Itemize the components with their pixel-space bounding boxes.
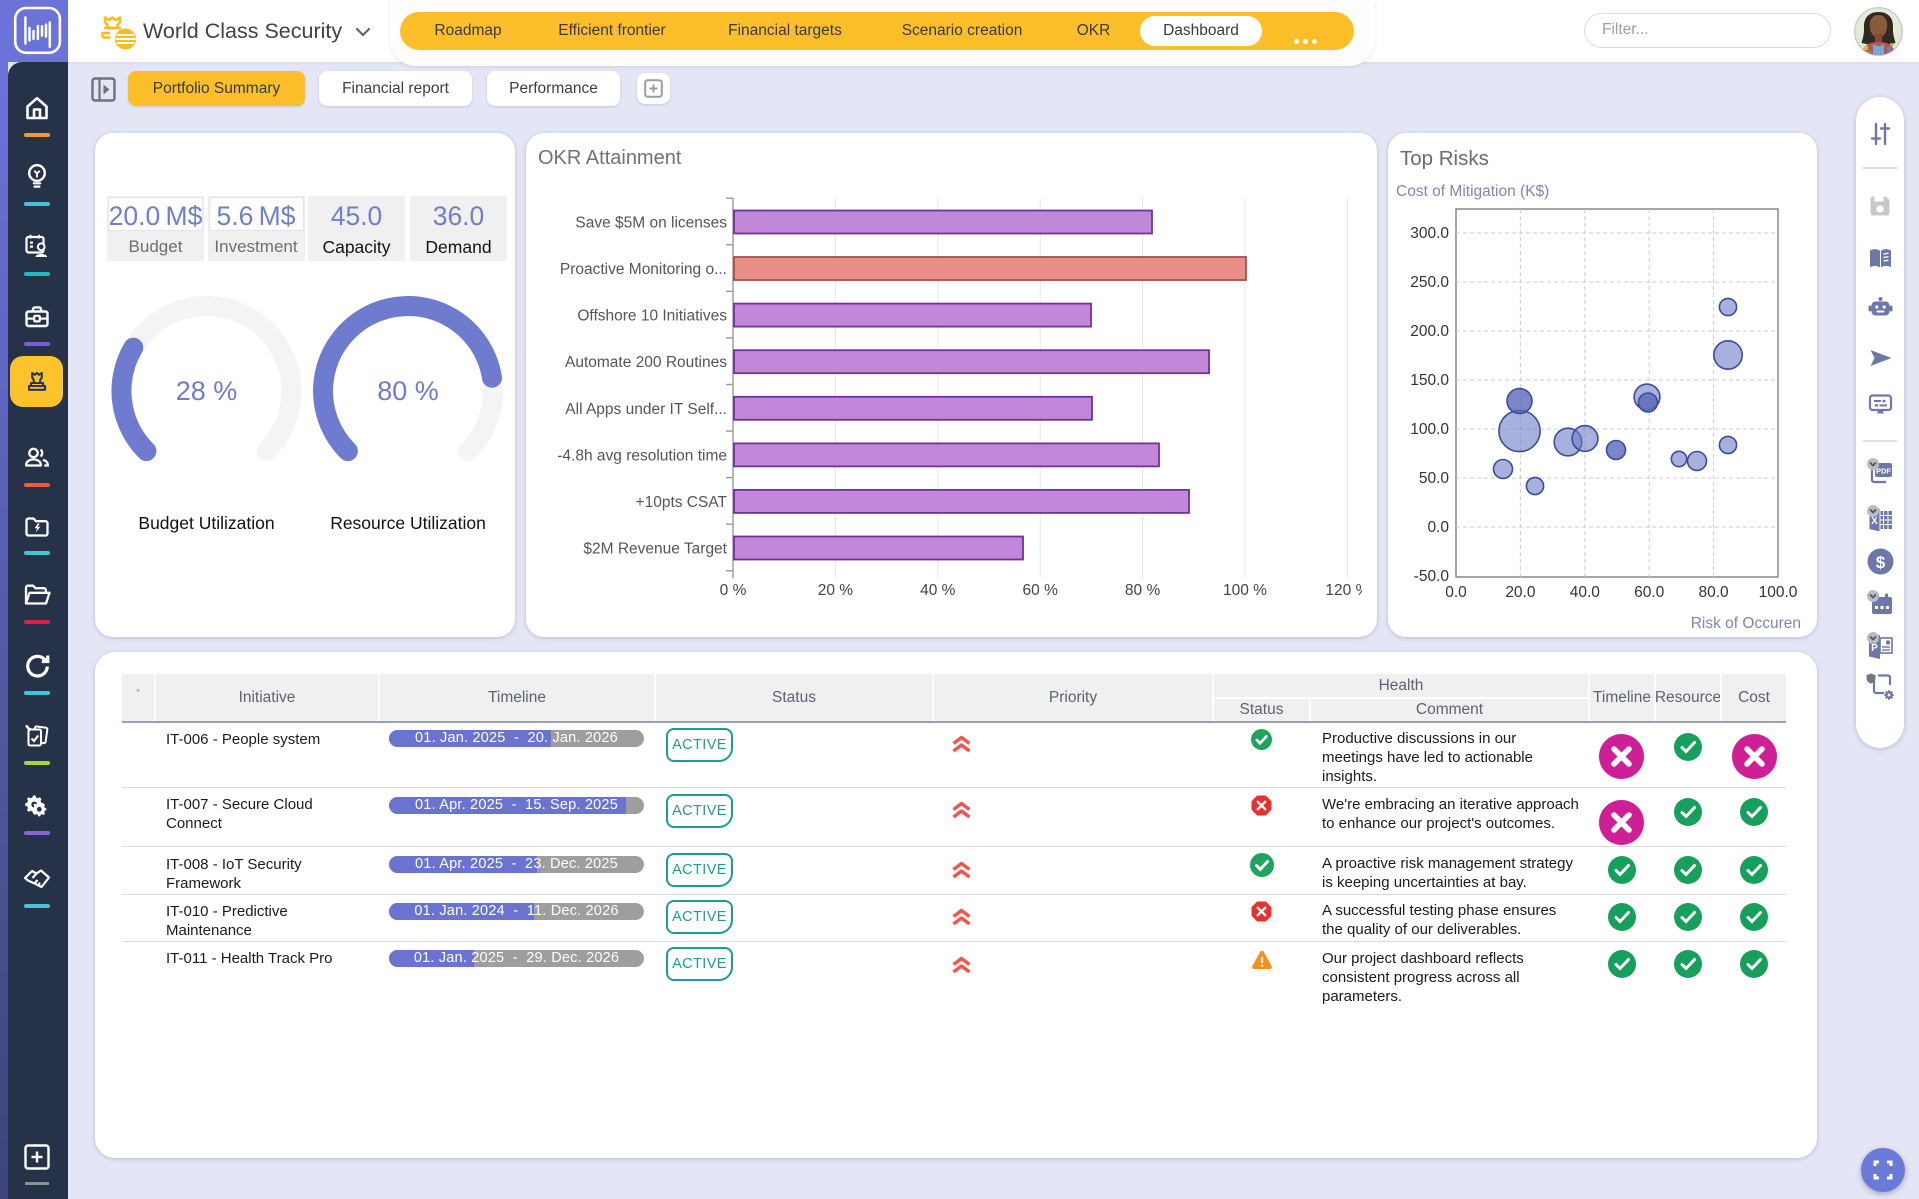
svg-text:100.0: 100.0	[1410, 421, 1449, 438]
svg-text:60 %: 60 %	[1023, 582, 1059, 599]
svg-text:40 %: 40 %	[920, 582, 956, 599]
svg-text:Risk of Occuren: Risk of Occuren	[1691, 615, 1801, 632]
svg-text:50.0: 50.0	[1419, 470, 1450, 487]
svg-text:Resource Utilization: Resource Utilization	[330, 513, 486, 533]
svg-text:Top Risks: Top Risks	[1400, 147, 1489, 170]
svg-text:20.0: 20.0	[1505, 584, 1536, 601]
svg-text:P: P	[1871, 643, 1878, 654]
svg-text:28 %: 28 %	[176, 376, 238, 406]
svg-text:0.0: 0.0	[1427, 519, 1449, 536]
svg-text:+10pts CSAT: +10pts CSAT	[636, 494, 728, 511]
svg-text:PDF: PDF	[1876, 467, 1891, 476]
svg-text:Automate 200 Routines: Automate 200 Routines	[565, 354, 727, 371]
svg-text:Save $5M on licenses: Save $5M on licenses	[575, 215, 727, 232]
svg-text:80 %: 80 %	[377, 376, 439, 406]
svg-text:250.0: 250.0	[1410, 274, 1449, 291]
svg-text:$2M Revenue Target: $2M Revenue Target	[583, 541, 727, 558]
svg-text:Proactive Monitoring o...: Proactive Monitoring o...	[560, 261, 727, 278]
svg-text:-4.8h avg resolution time: -4.8h avg resolution time	[557, 447, 727, 464]
svg-text:20 %: 20 %	[818, 582, 854, 599]
svg-text:Budget Utilization: Budget Utilization	[138, 513, 274, 533]
svg-text:60.0: 60.0	[1634, 584, 1665, 601]
svg-text:100 %: 100 %	[1223, 582, 1267, 599]
svg-text:Offshore 10 Initiatives: Offshore 10 Initiatives	[577, 308, 727, 325]
svg-text:X: X	[1871, 516, 1878, 527]
svg-text:-50.0: -50.0	[1414, 568, 1450, 585]
svg-text:80.0: 80.0	[1699, 584, 1730, 601]
svg-text:40.0: 40.0	[1570, 584, 1601, 601]
svg-text:200.0: 200.0	[1410, 323, 1449, 340]
svg-text:300.0: 300.0	[1410, 225, 1449, 242]
svg-text:OKR Attainment: OKR Attainment	[538, 147, 682, 169]
svg-text:Cost of Mitigation (K$): Cost of Mitigation (K$)	[1396, 183, 1549, 200]
svg-text:$: $	[1876, 553, 1886, 572]
svg-text:0 %: 0 %	[720, 582, 747, 599]
svg-text:0.0: 0.0	[1445, 584, 1467, 601]
svg-text:80 %: 80 %	[1125, 582, 1161, 599]
svg-text:All Apps under IT Self...: All Apps under IT Self...	[565, 401, 727, 418]
svg-text:150.0: 150.0	[1410, 372, 1449, 389]
svg-text:100.0: 100.0	[1759, 584, 1798, 601]
